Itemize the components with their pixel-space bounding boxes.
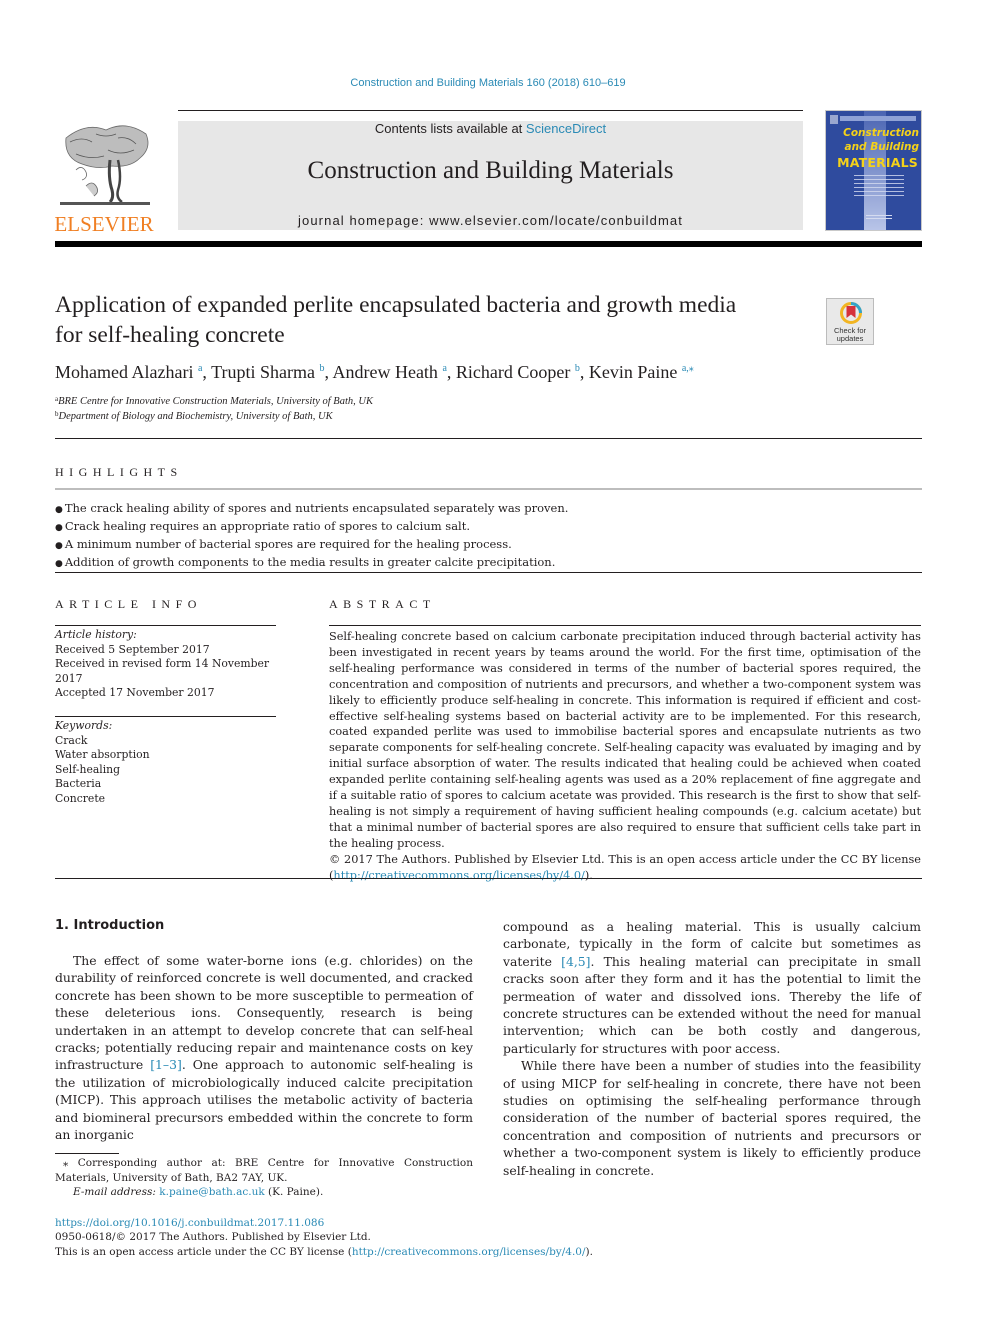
intro-column-left: The effect of some water-borne ions (e.g… xyxy=(55,952,473,1143)
article-history-label: Article history: xyxy=(55,628,137,641)
divider xyxy=(55,625,276,626)
author-affiliation-sup[interactable]: a xyxy=(442,363,446,374)
elsevier-tree-icon xyxy=(56,120,152,208)
email-line: E-mail address: k.paine@bath.ac.uk (K. P… xyxy=(73,1186,324,1198)
author-name[interactable]: Kevin Paine xyxy=(589,362,677,382)
footnote: ⁎ Corresponding author at: BRE Centre fo… xyxy=(55,1156,473,1200)
divider xyxy=(329,625,921,626)
author-name[interactable]: Mohamed Alazhari xyxy=(55,362,193,382)
author-name[interactable]: Andrew Heath xyxy=(332,362,437,382)
abstract-body: Self-healing concrete based on calcium c… xyxy=(329,629,921,884)
journal-cover[interactable]: Construction and Building MATERIALS xyxy=(826,111,921,230)
section-heading: 1. Introduction xyxy=(55,918,165,933)
intro-column-right: compound as a healing material. This is … xyxy=(503,918,921,1179)
cover-elsevier-icon xyxy=(830,115,838,124)
highlight-item: ● Addition of growth components to the me… xyxy=(55,555,556,569)
author-affiliation-sup[interactable]: a,⁎ xyxy=(682,363,694,374)
divider xyxy=(55,878,922,879)
header-thick-rule xyxy=(55,241,922,247)
intro-paragraph-cont: compound as a healing material. This is … xyxy=(503,919,921,1056)
divider xyxy=(55,488,922,490)
bottom-meta: https://doi.org/10.1016/j.conbuildmat.20… xyxy=(55,1216,593,1259)
cc-license-link[interactable]: http://creativecommons.org/licenses/by/4… xyxy=(352,1246,586,1258)
abstract-label: ABSTRACT xyxy=(329,597,436,611)
divider xyxy=(55,716,276,717)
header-rule xyxy=(178,110,803,111)
article-info-label: ARTICLE INFO xyxy=(55,597,202,611)
author-affiliation-sup[interactable]: b xyxy=(575,363,580,374)
check-updates-label: Check for updates xyxy=(833,326,867,343)
footnote-rule xyxy=(55,1153,119,1154)
citation-link[interactable]: [4,5] xyxy=(561,954,590,969)
author-affiliation-sup[interactable]: a xyxy=(198,363,202,374)
open-access-line: This is an open access article under the… xyxy=(55,1245,593,1258)
history-entry: Received 5 September 2017 xyxy=(55,642,210,656)
cover-title: Construction and Building xyxy=(843,127,919,153)
abstract-text: Self-healing concrete based on calcium c… xyxy=(329,630,921,850)
cover-materials: MATERIALS xyxy=(837,155,918,170)
elsevier-wordmark: ELSEVIER xyxy=(54,212,154,236)
keyword: Crack xyxy=(55,733,88,747)
affiliation: bDepartment of Biology and Biochemistry,… xyxy=(55,410,333,422)
cover-fine-print xyxy=(854,175,904,197)
keywords: Keywords: Crack Water absorption Self-he… xyxy=(55,719,276,806)
doi-link[interactable]: https://doi.org/10.1016/j.conbuildmat.20… xyxy=(55,1216,593,1230)
author-name[interactable]: Richard Cooper xyxy=(456,362,570,382)
cc-license-link[interactable]: http://creativecommons.org/licenses/by/4… xyxy=(333,869,584,882)
keyword: Water absorption xyxy=(55,748,150,761)
highlights-list: ● The crack healing ability of spores and… xyxy=(55,500,568,572)
keywords-label: Keywords: xyxy=(55,719,113,732)
history-entry: Received in revised form 14 November 201… xyxy=(55,657,270,685)
divider xyxy=(55,438,922,439)
check-for-updates-button[interactable]: Check for updates xyxy=(826,298,874,345)
history-entry: Accepted 17 November 2017 xyxy=(55,686,215,699)
divider xyxy=(55,572,922,573)
author-list: Mohamed Alazhari a, Trupti Sharma b, And… xyxy=(55,362,694,382)
article-title: Application of expanded perlite encapsul… xyxy=(55,292,737,348)
keyword: Bacteria xyxy=(55,777,102,790)
contents-prefix: Contents lists available at xyxy=(374,121,526,136)
running-head[interactable]: Construction and Building Materials 160 … xyxy=(0,77,976,89)
keyword: Concrete xyxy=(55,791,106,805)
affiliation: aBRE Centre for Innovative Construction … xyxy=(55,395,373,407)
cover-topbar xyxy=(840,116,916,121)
article-history: Article history: Received 5 September 20… xyxy=(55,628,276,701)
corresponding-author-note: ⁎ Corresponding author at: BRE Centre fo… xyxy=(55,1157,473,1184)
keyword: Self-healing xyxy=(55,762,121,776)
cover-fine-print-bottom xyxy=(866,215,892,221)
highlight-item: ● A minimum number of bacterial spores ar… xyxy=(55,537,512,551)
journal-name: Construction and Building Materials xyxy=(307,157,674,184)
elsevier-logo[interactable]: ELSEVIER xyxy=(52,120,156,236)
intro-paragraph: While there have been a number of studie… xyxy=(503,1058,921,1178)
highlight-item: ● The crack healing ability of spores and… xyxy=(55,501,569,515)
journal-masthead: Contents lists available at ScienceDirec… xyxy=(178,121,803,230)
highlight-item: ● Crack healing requires an appropriate r… xyxy=(55,519,471,533)
issn-line: 0950-0618/© 2017 The Authors. Published … xyxy=(55,1231,371,1244)
author-affiliation-sup[interactable]: b xyxy=(319,363,324,374)
contents-line: Contents lists available at ScienceDirec… xyxy=(178,121,803,136)
intro-paragraph: The effect of some water-borne ions (e.g… xyxy=(55,953,473,1143)
email-link[interactable]: k.paine@bath.ac.uk xyxy=(159,1186,264,1198)
highlights-label: HIGHLIGHTS xyxy=(55,465,183,479)
check-updates-icon xyxy=(840,302,862,324)
author-name[interactable]: Trupti Sharma xyxy=(211,362,315,382)
citation-link[interactable]: [1–3] xyxy=(150,1057,182,1072)
sciencedirect-link[interactable]: ScienceDirect xyxy=(526,121,606,136)
journal-homepage[interactable]: journal homepage: www.elsevier.com/locat… xyxy=(178,213,803,228)
